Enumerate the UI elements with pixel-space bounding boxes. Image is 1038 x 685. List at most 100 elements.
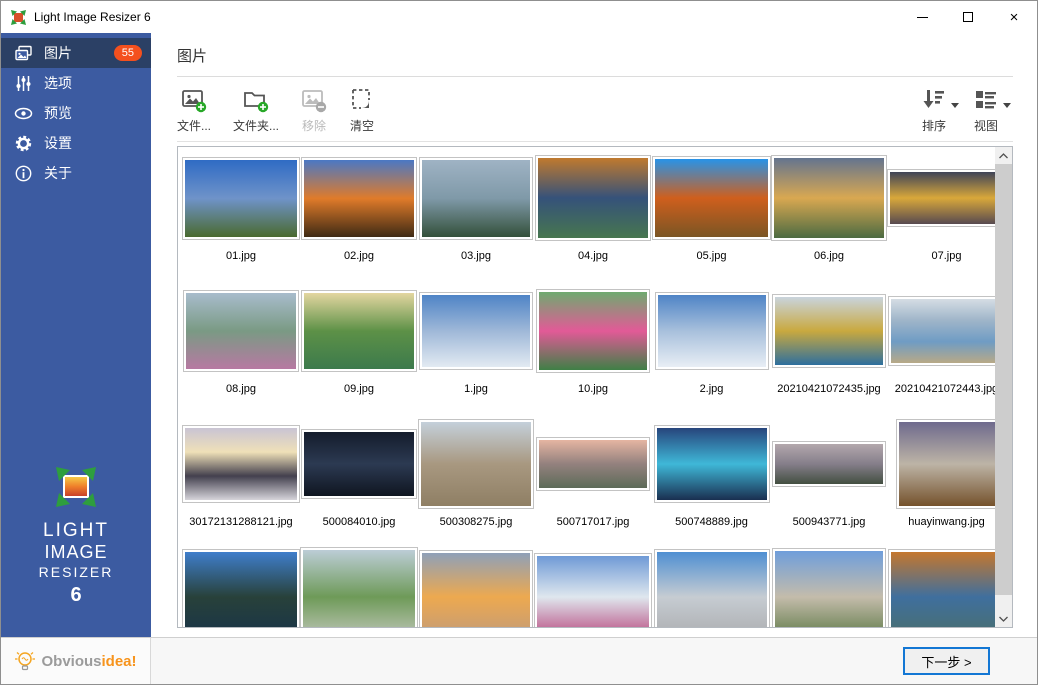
thumbnail-cell[interactable] bbox=[771, 555, 887, 627]
thumbnail-frame[interactable] bbox=[772, 548, 886, 627]
thumbnail-cell[interactable]: 500943771.jpg bbox=[771, 422, 887, 555]
thumbnail-frame[interactable] bbox=[419, 292, 533, 370]
thumbnail-frame[interactable] bbox=[182, 549, 300, 627]
thumbnail-frame[interactable] bbox=[772, 441, 886, 487]
view-dropdown-arrow[interactable] bbox=[1003, 103, 1011, 108]
thumbnail-cell[interactable]: 20210421072435.jpg bbox=[771, 289, 887, 422]
thumbnail-image[interactable] bbox=[538, 158, 648, 238]
thumbnail-image[interactable] bbox=[657, 552, 767, 627]
thumbnail-cell[interactable] bbox=[182, 555, 300, 627]
thumbnail-frame[interactable] bbox=[300, 547, 418, 627]
thumbnail-image[interactable] bbox=[304, 160, 414, 237]
thumbnail-cell[interactable] bbox=[418, 555, 534, 627]
thumbnail-frame[interactable] bbox=[182, 157, 300, 240]
sort-button[interactable]: 排序 bbox=[921, 87, 947, 134]
thumbnail-cell[interactable]: 10.jpg bbox=[534, 289, 652, 422]
thumbnail-image[interactable] bbox=[658, 295, 766, 367]
thumbnail-cell[interactable]: 01.jpg bbox=[182, 156, 300, 289]
thumbnail-image[interactable] bbox=[304, 432, 414, 496]
thumbnail-image[interactable] bbox=[421, 422, 531, 506]
thumbnail-frame[interactable] bbox=[888, 549, 996, 627]
obviousidea-logo[interactable]: Obviousidea! bbox=[14, 649, 136, 673]
thumbnail-cell[interactable]: 04.jpg bbox=[534, 156, 652, 289]
sidebar-item-preview[interactable]: 预览 bbox=[1, 98, 151, 128]
add-files-button[interactable]: 文件... bbox=[177, 87, 211, 134]
thumbnail-frame[interactable] bbox=[652, 156, 771, 240]
clear-button[interactable]: 清空 bbox=[349, 87, 375, 134]
thumbnail-cell[interactable]: 1.jpg bbox=[418, 289, 534, 422]
thumbnail-cell[interactable]: 2.jpg bbox=[652, 289, 771, 422]
thumbnail-cell[interactable] bbox=[300, 555, 418, 627]
thumbnail-frame[interactable] bbox=[771, 155, 887, 241]
thumbnail-cell[interactable]: 09.jpg bbox=[300, 289, 418, 422]
thumbnail-image[interactable] bbox=[775, 297, 883, 365]
maximize-button[interactable] bbox=[945, 1, 991, 33]
minimize-button[interactable] bbox=[899, 1, 945, 33]
thumbnail-frame[interactable] bbox=[418, 419, 534, 509]
thumbnail-frame[interactable] bbox=[301, 290, 417, 372]
thumbnail-image[interactable] bbox=[891, 552, 996, 627]
scroll-up-button[interactable] bbox=[995, 147, 1012, 164]
thumbnail-frame[interactable] bbox=[301, 157, 417, 240]
sidebar-item-options[interactable]: 选项 bbox=[1, 68, 151, 98]
sidebar-item-about[interactable]: 关于 bbox=[1, 158, 151, 188]
thumbnail-cell[interactable]: 03.jpg bbox=[418, 156, 534, 289]
sidebar-item-settings[interactable]: 设置 bbox=[1, 128, 151, 158]
thumbnail-frame[interactable] bbox=[536, 289, 650, 373]
thumbnail-frame[interactable] bbox=[654, 549, 770, 627]
thumbnail-cell[interactable]: 07.jpg bbox=[887, 156, 995, 289]
thumbnail-image[interactable] bbox=[185, 428, 297, 500]
thumbnail-cell[interactable]: 30172131288121.jpg bbox=[182, 422, 300, 555]
scrollbar-thumb[interactable] bbox=[995, 164, 1012, 595]
thumbnail-frame[interactable] bbox=[772, 294, 886, 368]
thumbnail-cell[interactable]: 02.jpg bbox=[300, 156, 418, 289]
close-button[interactable]: × bbox=[991, 1, 1037, 33]
thumbnail-cell[interactable]: 500308275.jpg bbox=[418, 422, 534, 555]
thumbnail-cell[interactable]: 20210421072443.jpg bbox=[887, 289, 995, 422]
sidebar-item-images[interactable]: 图片 55 bbox=[1, 38, 151, 68]
thumbnail-frame[interactable] bbox=[887, 169, 995, 227]
thumbnail-image[interactable] bbox=[304, 293, 414, 369]
view-button[interactable]: 视图 bbox=[973, 87, 999, 134]
thumbnail-image[interactable] bbox=[891, 299, 996, 363]
thumbnail-image[interactable] bbox=[422, 295, 530, 367]
thumbnail-cell[interactable]: 08.jpg bbox=[182, 289, 300, 422]
thumbnail-image[interactable] bbox=[185, 160, 297, 237]
thumbnail-image[interactable] bbox=[539, 292, 647, 370]
thumbnail-cell[interactable]: 500084010.jpg bbox=[300, 422, 418, 555]
thumbnail-image[interactable] bbox=[775, 551, 883, 627]
thumbnail-image[interactable] bbox=[539, 440, 647, 488]
thumbnail-frame[interactable] bbox=[419, 550, 533, 627]
thumbnail-frame[interactable] bbox=[535, 155, 651, 241]
thumbnail-frame[interactable] bbox=[654, 425, 770, 503]
thumbnail-frame[interactable] bbox=[419, 157, 533, 240]
thumbnail-frame[interactable] bbox=[182, 425, 300, 503]
thumbnail-frame[interactable] bbox=[536, 437, 650, 491]
thumbnail-image[interactable] bbox=[422, 553, 530, 627]
thumbnail-image[interactable] bbox=[186, 293, 296, 369]
thumbnail-cell[interactable] bbox=[887, 555, 995, 627]
thumbnail-frame[interactable] bbox=[534, 553, 652, 627]
thumbnail-frame[interactable] bbox=[655, 292, 769, 370]
thumbnail-image[interactable] bbox=[657, 428, 767, 500]
remove-button[interactable]: 移除 bbox=[301, 87, 327, 134]
thumbnail-cell[interactable]: 06.jpg bbox=[771, 156, 887, 289]
thumbnail-cell[interactable]: 05.jpg bbox=[652, 156, 771, 289]
thumbnail-image[interactable] bbox=[774, 158, 884, 238]
sort-dropdown-arrow[interactable] bbox=[951, 103, 959, 108]
thumbnail-cell[interactable]: 500748889.jpg bbox=[652, 422, 771, 555]
thumbnail-cell[interactable] bbox=[652, 555, 771, 627]
thumbnail-frame[interactable] bbox=[896, 419, 996, 509]
thumbnail-cell[interactable] bbox=[534, 555, 652, 627]
thumbnail-image[interactable] bbox=[537, 556, 649, 627]
next-step-button[interactable]: 下一步 > bbox=[903, 647, 990, 675]
thumbnail-frame[interactable] bbox=[888, 296, 996, 366]
thumbnail-cell[interactable]: 500717017.jpg bbox=[534, 422, 652, 555]
thumbnail-image[interactable] bbox=[303, 550, 415, 627]
scroll-down-button[interactable] bbox=[995, 610, 1012, 627]
add-folder-button[interactable]: 文件夹... bbox=[233, 87, 279, 134]
vertical-scrollbar[interactable] bbox=[995, 147, 1012, 627]
thumbnail-image[interactable] bbox=[899, 422, 995, 506]
thumbnail-image[interactable] bbox=[655, 159, 768, 237]
thumbnail-image[interactable] bbox=[890, 172, 995, 224]
